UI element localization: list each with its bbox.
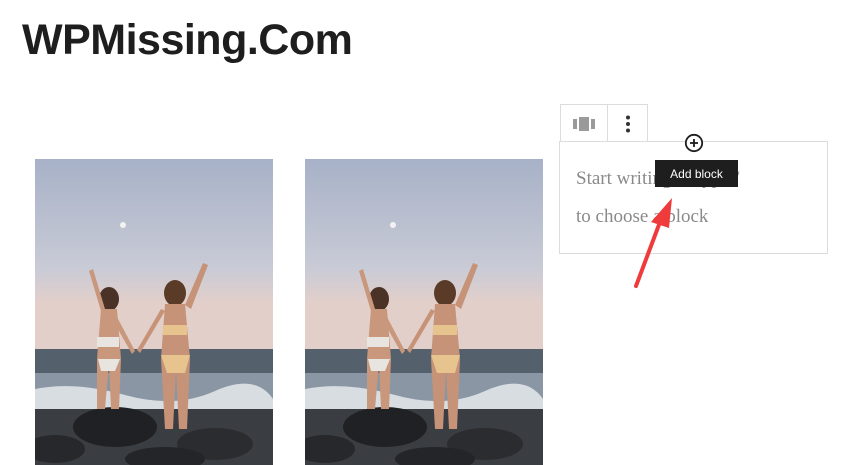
block-toolbar bbox=[560, 104, 648, 142]
gallery-image-2[interactable] bbox=[305, 159, 543, 465]
options-button[interactable] bbox=[608, 105, 647, 142]
gallery-icon bbox=[573, 116, 595, 131]
plus-circle-icon bbox=[684, 133, 704, 153]
block-type-button[interactable] bbox=[561, 105, 608, 142]
add-block-tooltip: Add block bbox=[655, 160, 738, 187]
beach-photo-1 bbox=[35, 159, 273, 465]
beach-photo-2 bbox=[305, 159, 543, 465]
vertical-ellipsis-icon bbox=[625, 115, 630, 132]
paragraph-block[interactable]: Start writing or type / to choose a bloc… bbox=[559, 141, 828, 254]
placeholder-text-line2: to choose a block bbox=[576, 206, 709, 227]
add-block-button[interactable] bbox=[684, 133, 704, 153]
site-title: WPMissing.Com bbox=[22, 16, 353, 64]
gallery-image-1[interactable] bbox=[35, 159, 273, 465]
